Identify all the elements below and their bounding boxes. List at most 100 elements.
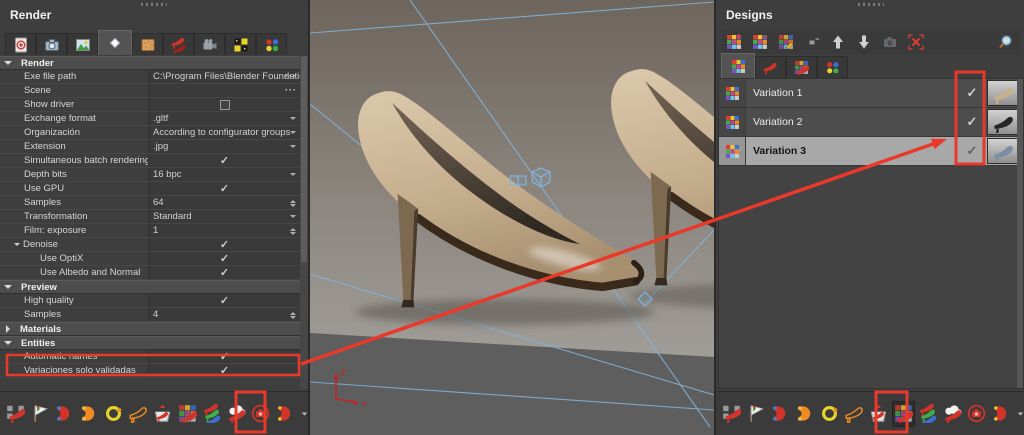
property-value[interactable]: ✓: [148, 154, 300, 167]
property-value[interactable]: ✓: [148, 364, 300, 377]
toolbar-caret-button[interactable]: [1014, 401, 1024, 427]
variation-row-1[interactable]: Variation 1✓: [719, 79, 1023, 108]
toolbar-shoe-squares-button[interactable]: [720, 401, 743, 427]
toolbar-shoes-stack-button[interactable]: [916, 401, 939, 427]
toolbar-flag-button[interactable]: [29, 401, 52, 427]
property-value[interactable]: Standard: [148, 210, 300, 223]
toolbar-grid-shoe-button[interactable]: [892, 401, 915, 427]
toolbar-heel-outline-button[interactable]: [127, 401, 150, 427]
toolbar-magnet-dots-button[interactable]: [990, 401, 1013, 427]
designs-tab-grid-shoe[interactable]: [786, 56, 817, 78]
property-row[interactable]: Denoise✓: [0, 238, 300, 252]
toolbar-magnet-blue-button[interactable]: [769, 401, 792, 427]
checkmark-icon[interactable]: ✓: [220, 183, 229, 195]
checkbox[interactable]: [220, 100, 230, 110]
designs-grid-edit-button[interactable]: [774, 29, 797, 55]
property-row[interactable]: Extension.jpg: [0, 140, 300, 154]
tab-video-camera[interactable]: [194, 33, 225, 55]
designs-remove-x-button[interactable]: [904, 29, 927, 55]
property-row[interactable]: OrganizaciónAccording to configurator gr…: [0, 126, 300, 140]
toolbar-caret-button[interactable]: [298, 401, 310, 427]
toolbar-shoe-cloud-button[interactable]: [225, 401, 248, 427]
designs-search-button[interactable]: [994, 29, 1017, 55]
toolbar-flag-button[interactable]: [745, 401, 768, 427]
property-row[interactable]: Scene···: [0, 84, 300, 98]
panel-drag-grip[interactable]: [141, 3, 167, 6]
section-render[interactable]: Render: [0, 56, 300, 70]
toolbar-magnet-dots-button[interactable]: [274, 401, 297, 427]
checkmark-icon[interactable]: ✓: [220, 295, 229, 307]
designs-dot-button[interactable]: [800, 29, 823, 55]
panel-drag-grip[interactable]: [858, 3, 884, 6]
variation-validated-checkbox[interactable]: ✓: [959, 116, 985, 128]
property-value[interactable]: .gltf: [148, 112, 300, 125]
tab-diamond[interactable]: [98, 30, 132, 55]
designs-grid-minus-button[interactable]: [748, 29, 771, 55]
section-entities[interactable]: Entities: [0, 336, 300, 350]
toolbar-shoe-tray-button[interactable]: [867, 401, 890, 427]
property-value[interactable]: 16 bpc: [148, 168, 300, 181]
property-row[interactable]: Simultaneous batch rendering✓: [0, 154, 300, 168]
variations-scrollbar[interactable]: [1017, 79, 1023, 388]
property-row[interactable]: Show driver: [0, 98, 300, 112]
toolbar-refresh-button[interactable]: [818, 401, 841, 427]
toolbar-shoe-cloud-button[interactable]: [941, 401, 964, 427]
checkmark-icon[interactable]: ✓: [220, 365, 229, 377]
toolbar-shoe-squares-button[interactable]: [4, 401, 27, 427]
property-row[interactable]: Exe file pathC:\Program Files\Blender Fo…: [0, 70, 300, 84]
property-row[interactable]: Samples64: [0, 196, 300, 210]
property-row[interactable]: Use Albedo and Normal✓: [0, 266, 300, 280]
property-value[interactable]: According to configurator groups: [148, 126, 300, 139]
checkmark-icon[interactable]: ✓: [220, 351, 229, 363]
section-expander-icon[interactable]: [4, 61, 12, 69]
toolbar-shoes-stack-button[interactable]: [200, 401, 223, 427]
property-row[interactable]: High quality✓: [0, 294, 300, 308]
property-value[interactable]: 1: [148, 224, 300, 237]
variation-row-2[interactable]: Variation 2✓: [719, 108, 1023, 137]
property-value[interactable]: ✓: [148, 182, 300, 195]
property-row[interactable]: Use GPU✓: [0, 182, 300, 196]
checkmark-icon[interactable]: ✓: [220, 267, 229, 279]
property-value[interactable]: ✓: [148, 266, 300, 279]
section-preview[interactable]: Preview: [0, 280, 300, 294]
toolbar-render-camera-button[interactable]: [965, 401, 988, 427]
property-grid-scrollbar[interactable]: [300, 56, 308, 389]
section-expander-icon[interactable]: [4, 285, 12, 293]
section-expander-icon[interactable]: [4, 341, 12, 349]
dropdown-caret-icon[interactable]: [290, 117, 296, 123]
tab-image[interactable]: [67, 33, 98, 55]
row-expander-icon[interactable]: [14, 243, 20, 249]
property-row[interactable]: TransformationStandard: [0, 210, 300, 224]
designs-arrow-up-button[interactable]: [826, 29, 849, 55]
property-value[interactable]: ···: [148, 84, 300, 97]
toolbar-render-camera-button[interactable]: [249, 401, 272, 427]
variation-thumbnail[interactable]: [987, 109, 1021, 135]
checkmark-icon[interactable]: ✓: [220, 239, 229, 251]
tab-color-dots[interactable]: [256, 33, 287, 55]
designs-tab-grid[interactable]: [721, 53, 755, 78]
spinner-control[interactable]: [290, 309, 296, 321]
variation-row-3[interactable]: Variation 3✓: [719, 137, 1023, 166]
tab-checker[interactable]: [225, 33, 256, 55]
tab-shoes-pile[interactable]: [163, 33, 194, 55]
browse-button[interactable]: ···: [285, 84, 297, 97]
property-row[interactable]: Exchange format.gltf: [0, 112, 300, 126]
variation-validated-checkbox[interactable]: ✓: [959, 87, 985, 99]
variation-validated-checkbox[interactable]: ✓: [959, 145, 985, 157]
toolbar-grid-shoe-button[interactable]: [176, 401, 199, 427]
toolbar-magnet-orange-button[interactable]: [794, 401, 817, 427]
property-row[interactable]: Use OptiX✓: [0, 252, 300, 266]
property-row[interactable]: Samples4: [0, 308, 300, 322]
property-value[interactable]: ✓: [148, 350, 300, 363]
variation-thumbnail[interactable]: [987, 80, 1021, 106]
property-value[interactable]: ✓: [148, 294, 300, 307]
dropdown-caret-icon[interactable]: [290, 215, 296, 221]
spinner-control[interactable]: [290, 197, 296, 209]
dropdown-caret-icon[interactable]: [290, 173, 296, 179]
property-row[interactable]: Depth bits16 bpc: [0, 168, 300, 182]
browse-button[interactable]: ···: [285, 70, 297, 83]
property-row[interactable]: Film: exposure1: [0, 224, 300, 238]
property-value[interactable]: .jpg: [148, 140, 300, 153]
spinner-control[interactable]: [290, 225, 296, 237]
property-value[interactable]: 4: [148, 308, 300, 321]
